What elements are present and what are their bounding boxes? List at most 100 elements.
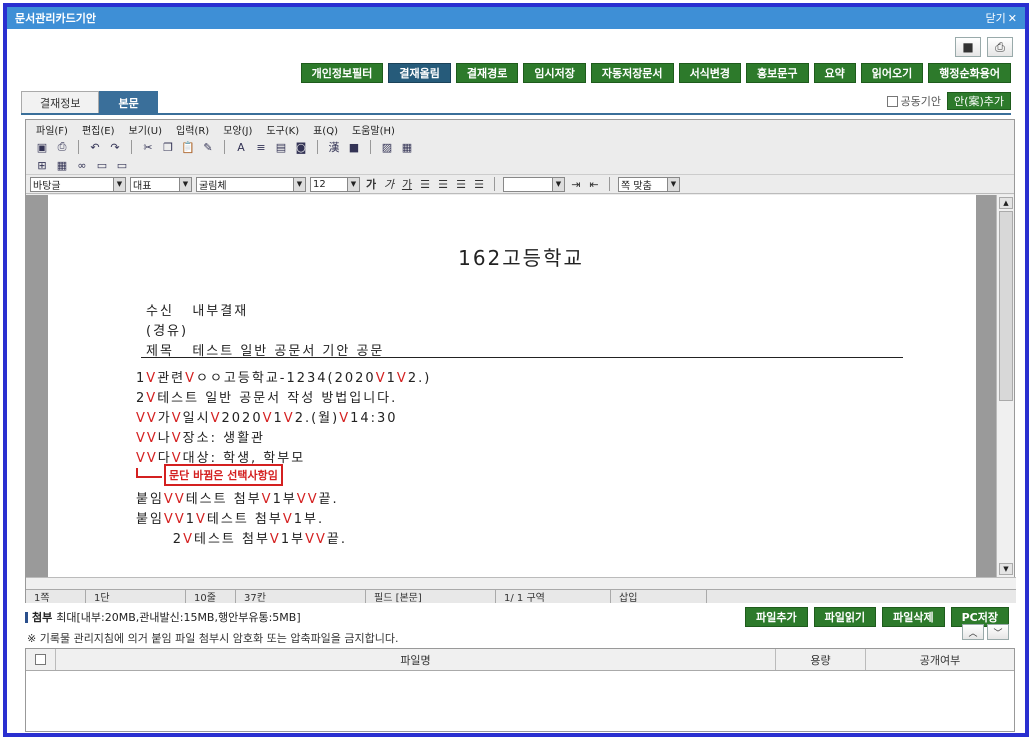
- status-bar: 1쪽 1단 10줄 37칸 필드 [본문] 1/ 1 구역 삽입: [26, 589, 1016, 604]
- tab-approval-info[interactable]: 결재정보: [21, 91, 100, 113]
- load-button[interactable]: 읽어오기: [860, 63, 924, 83]
- recipient-value: 내부결재: [192, 304, 249, 319]
- spacing-select[interactable]: ▼: [503, 176, 565, 192]
- body-line-0: 1V관련Vㅇㅇ고등학교-1234(2020V1V2.): [136, 371, 432, 386]
- file-table-header: 파일명 용량 공개여부: [26, 649, 1014, 671]
- table-icon[interactable]: ▦: [399, 140, 415, 154]
- copy-icon[interactable]: ❐: [160, 140, 176, 154]
- temp-save-button[interactable]: 임시저장: [523, 63, 586, 83]
- editor-menubar: 파일(F) 편집(E) 보기(U) 입력(R) 모양(J) 도구(K) 표(Q)…: [26, 120, 1014, 138]
- dialog-window: 문서관리카드기안 닫기 ✕ ■ ⎙ 개인정보필터 결재올림 결재경로 임시저장 …: [3, 3, 1029, 737]
- cosign-checkbox[interactable]: 공동기안: [886, 93, 942, 109]
- promo-phrase-button[interactable]: 홍보문구: [746, 63, 809, 83]
- print-button[interactable]: ⎙: [987, 37, 1013, 57]
- scroll-up-icon[interactable]: ▲: [999, 197, 1013, 209]
- link-icon[interactable]: ∞: [74, 158, 90, 172]
- style-value: 바탕글: [33, 180, 61, 192]
- file-table: 파일명 용량 공개여부: [25, 648, 1015, 732]
- print-icon[interactable]: ⎙: [54, 140, 70, 154]
- privacy-filter-button[interactable]: 개인정보필터: [300, 63, 384, 83]
- lang-select[interactable]: 대표 ▼: [130, 176, 192, 192]
- lang-value: 대표: [133, 180, 152, 192]
- italic-button[interactable]: 가: [382, 176, 396, 192]
- cosign-label: 공동기안: [900, 95, 942, 108]
- attach-bar: [25, 611, 28, 623]
- note-label: 문단 바뀜은 선택사항임: [164, 464, 283, 486]
- para-shape-icon[interactable]: ≡: [253, 140, 269, 154]
- memo-icon[interactable]: ▭: [114, 158, 130, 172]
- approval-route-button[interactable]: 결재경로: [455, 63, 519, 83]
- delete-file-button[interactable]: 파일삭제: [882, 607, 945, 627]
- align-center-icon[interactable]: ☰: [454, 178, 468, 191]
- object-icon[interactable]: ◙: [293, 140, 309, 154]
- recipient-row: 수신 내부결재: [146, 300, 248, 319]
- align-left-icon[interactable]: ☰: [436, 178, 450, 191]
- scroll-down-icon[interactable]: ▼: [999, 563, 1013, 575]
- col-public: 공개여부: [919, 653, 961, 667]
- chevron-down-icon: ▼: [552, 177, 564, 191]
- select-all-checkbox[interactable]: [35, 654, 46, 665]
- submit-approval-button[interactable]: 결재올림: [388, 63, 451, 83]
- menu-insert[interactable]: 입력(R): [176, 122, 209, 137]
- status-column: 1단: [86, 590, 186, 604]
- autosave-docs-button[interactable]: 자동저장문서: [590, 63, 674, 83]
- admin-terms-button[interactable]: 행정순화용어: [928, 63, 1011, 83]
- indent-icon[interactable]: ⇥: [569, 178, 583, 191]
- cut-icon[interactable]: ✂: [140, 140, 156, 154]
- size-select[interactable]: 12 ▼: [310, 176, 360, 192]
- char-shape-icon[interactable]: A: [233, 140, 249, 154]
- scroll-thumb[interactable]: [999, 211, 1013, 401]
- align-justify-icon[interactable]: ☰: [418, 178, 432, 191]
- read-file-button[interactable]: 파일읽기: [813, 607, 877, 627]
- move-down-button[interactable]: ﹀: [987, 624, 1009, 640]
- outdent-icon[interactable]: ⇤: [587, 178, 601, 191]
- menu-view[interactable]: 보기(U): [129, 122, 163, 137]
- tab-body[interactable]: 본문: [99, 91, 158, 113]
- bold-button[interactable]: 가: [364, 176, 378, 192]
- add-file-button[interactable]: 파일추가: [745, 607, 808, 627]
- preview-icon[interactable]: ▣: [34, 140, 50, 154]
- chevron-down-icon: ▼: [347, 177, 359, 191]
- image-icon[interactable]: ▨: [379, 140, 395, 154]
- attach-header: 첨부 최대[내부:20MB,관내발신:15MB,행안부유통:5MB]: [25, 609, 301, 625]
- comment-icon[interactable]: ▭: [94, 158, 110, 172]
- menu-tools[interactable]: 도구(K): [266, 122, 299, 137]
- undo-icon[interactable]: ↶: [87, 140, 103, 154]
- format-painter-icon[interactable]: ✎: [200, 140, 216, 154]
- format-toolbar: 바탕글 ▼ 대표 ▼ 굴림체 ▼ 12 ▼ 가 가 가 ☰ ☰ ☰ ☰ ▼ ⇥ ⇤ 쪽 …: [26, 174, 1014, 194]
- menu-table[interactable]: 표(Q): [313, 122, 338, 137]
- underline-button[interactable]: 가: [400, 176, 414, 192]
- menu-file[interactable]: 파일(F): [36, 122, 68, 137]
- redo-icon[interactable]: ↷: [107, 140, 123, 154]
- zoom-value: 쪽 맞춤: [621, 180, 652, 192]
- print-icon: ⎙: [995, 39, 1005, 54]
- attach-limit: 최대[내부:20MB,관내발신:15MB,행안부유통:5MB]: [56, 611, 301, 624]
- zoom-select[interactable]: 쪽 맞춤 ▼: [618, 176, 680, 192]
- block-icon[interactable]: ■: [346, 140, 362, 154]
- hanja-icon[interactable]: 漢: [326, 140, 342, 154]
- status-line: 10줄: [186, 590, 236, 604]
- cell-icon[interactable]: ⊞: [34, 158, 50, 172]
- add-draft-button[interactable]: 안(案)추가: [947, 92, 1011, 110]
- attach-line-1: 붙임VV1V테스트 첨부V1부.: [136, 512, 325, 527]
- document-editor: 파일(F) 편집(E) 보기(U) 입력(R) 모양(J) 도구(K) 표(Q)…: [25, 119, 1016, 604]
- status-char: 37칸: [236, 590, 366, 604]
- style-icon[interactable]: ▤: [273, 140, 289, 154]
- attach-line-0: 붙임VV테스트 첨부V1부VV끝.: [136, 492, 339, 507]
- style-select[interactable]: 바탕글 ▼: [30, 176, 126, 192]
- grid-icon[interactable]: ▦: [54, 158, 70, 172]
- align-right-icon[interactable]: ☰: [472, 178, 486, 191]
- menu-format[interactable]: 모양(J): [223, 122, 252, 137]
- horizontal-scrollbar[interactable]: [26, 577, 1016, 589]
- menu-edit[interactable]: 편집(E): [82, 122, 115, 137]
- move-up-button[interactable]: ︿: [962, 624, 984, 640]
- summary-button[interactable]: 요약: [813, 63, 856, 83]
- save-button[interactable]: ■: [955, 37, 981, 57]
- change-template-button[interactable]: 서식변경: [678, 63, 742, 83]
- close-button[interactable]: 닫기 ✕: [986, 10, 1017, 26]
- font-select[interactable]: 굴림체 ▼: [196, 176, 306, 192]
- menu-help[interactable]: 도움말(H): [352, 122, 395, 137]
- attach-warning: ※ 기록물 관리지침에 의거 붙임 파일 첨부시 암호화 또는 압축파일을 금지…: [27, 632, 399, 645]
- paste-icon[interactable]: 📋: [180, 140, 196, 154]
- cosign-box[interactable]: [886, 95, 898, 107]
